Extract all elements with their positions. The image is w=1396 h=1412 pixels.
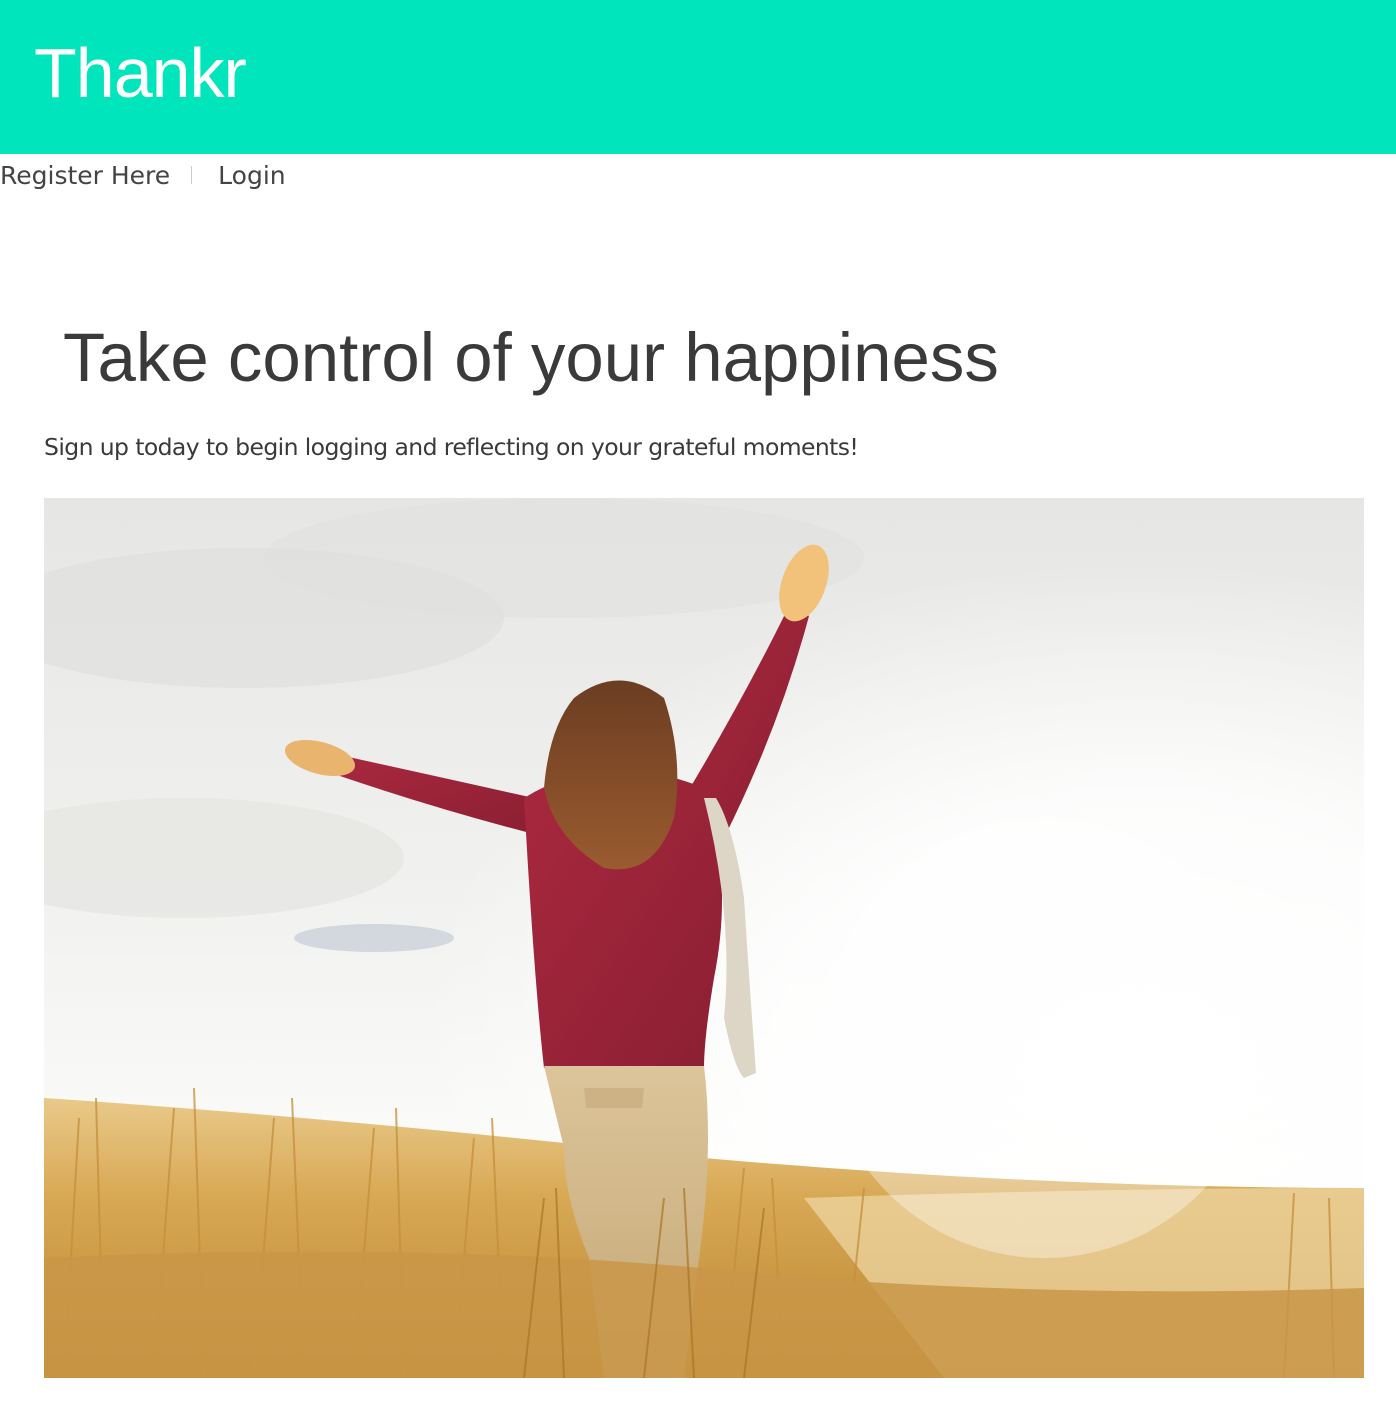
- brand-logo[interactable]: Thankr: [34, 30, 247, 116]
- top-header: Thankr: [0, 0, 1396, 154]
- signup-tagline: Sign up today to begin logging and refle…: [44, 433, 859, 461]
- page-headline: Take control of your happiness: [63, 319, 999, 396]
- nav-divider: [191, 166, 193, 184]
- hero-image: [44, 498, 1364, 1378]
- hero-illustration: [44, 498, 1364, 1378]
- login-link[interactable]: Login: [218, 161, 285, 190]
- auth-nav: Register Here Login: [0, 157, 286, 193]
- register-link[interactable]: Register Here: [0, 161, 170, 190]
